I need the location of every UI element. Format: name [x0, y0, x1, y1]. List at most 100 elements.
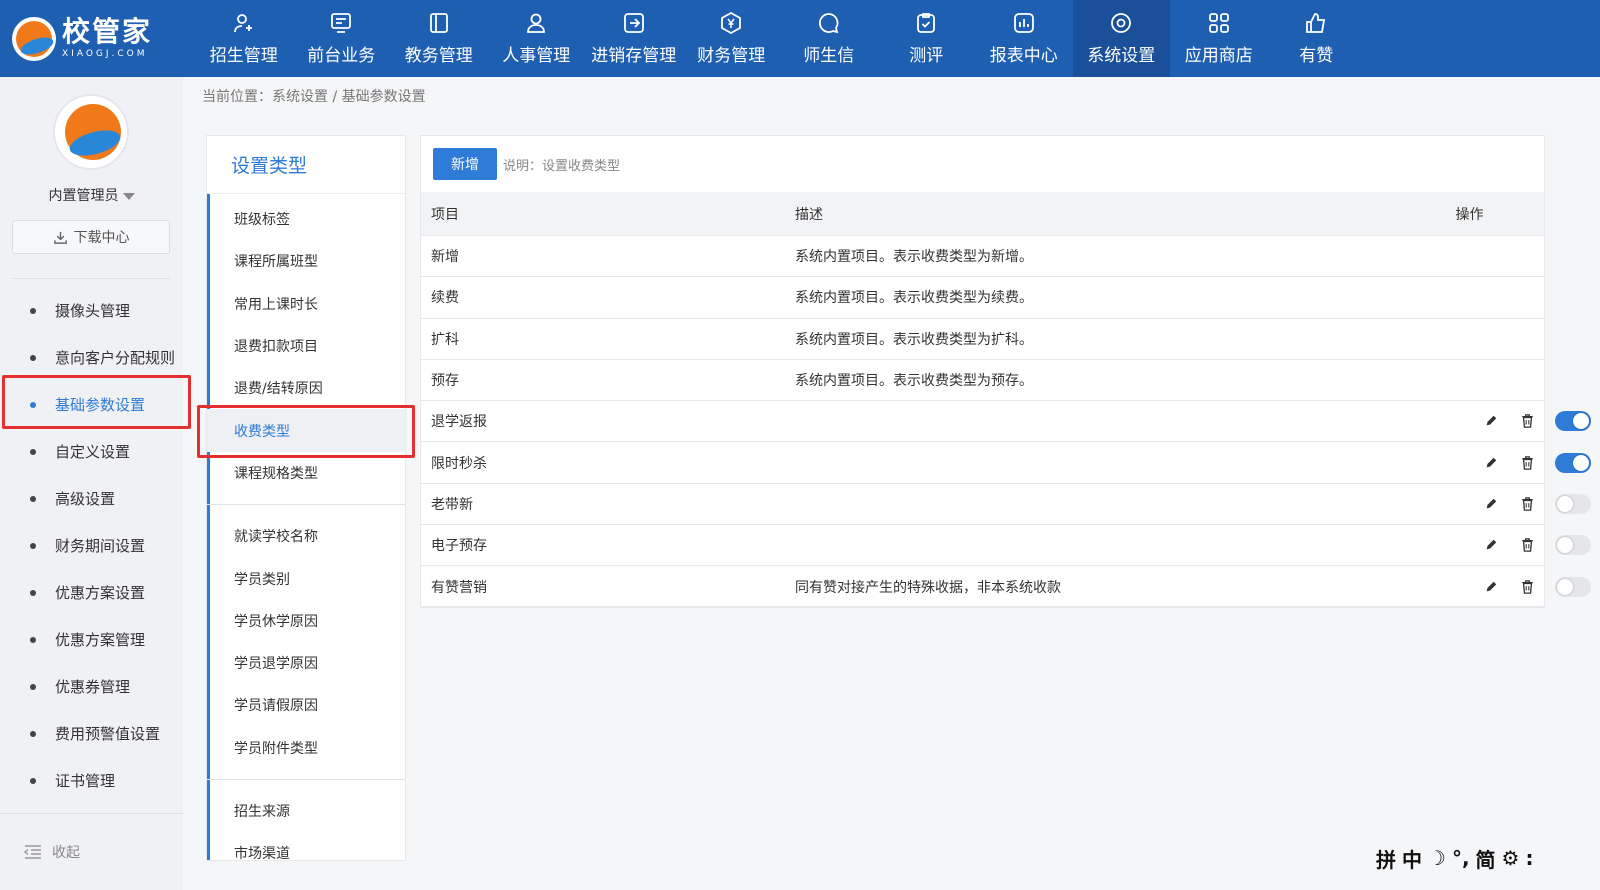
- item-name: 有赞营销: [431, 579, 487, 596]
- sidebar-item[interactable]: 自定义设置: [0, 428, 183, 475]
- trash-icon[interactable]: [1519, 496, 1535, 512]
- trash-icon[interactable]: [1519, 579, 1535, 595]
- settings-type-item[interactable]: 课程规格类型: [207, 452, 405, 494]
- nav-item-monitor[interactable]: 前台业务: [293, 0, 391, 77]
- item-description: 系统内置项目。表示收费类型为预存。: [795, 373, 1033, 390]
- type-group-divider: [207, 504, 405, 506]
- settings-type-item[interactable]: 学员附件类型: [207, 727, 405, 769]
- sidebar-item[interactable]: 财务期间设置: [0, 522, 183, 569]
- ime-button[interactable]: ⚙: [1502, 846, 1520, 870]
- sidebar-item[interactable]: 优惠方案设置: [0, 569, 183, 616]
- settings-type-title: 设置类型: [207, 136, 405, 194]
- item-name: 老带新: [431, 496, 473, 513]
- settings-type-item[interactable]: 常用上课时长: [207, 283, 405, 325]
- item-operations: [1395, 535, 1591, 556]
- trash-icon[interactable]: [1519, 537, 1535, 553]
- edit-icon[interactable]: [1483, 537, 1499, 553]
- sidebar-item[interactable]: 摄像头管理: [0, 287, 183, 334]
- ime-button[interactable]: 中: [1402, 844, 1422, 873]
- settings-type-item[interactable]: 课程所属班型: [207, 240, 405, 282]
- fee-type-panel: 新增 说明：设置收费类型 项目 描述 操作 新增 系统内置项目。表示收费类型为新增…: [420, 135, 1591, 608]
- edit-icon[interactable]: [1483, 413, 1499, 429]
- ime-button[interactable]: °,: [1452, 846, 1470, 870]
- table-row: 扩科 系统内置项目。表示收费类型为扩科。: [421, 319, 1544, 360]
- enable-toggle[interactable]: [1555, 452, 1591, 473]
- toolbar: 新增 说明：设置收费类型: [433, 148, 620, 180]
- edit-icon[interactable]: [1483, 496, 1499, 512]
- bullet-icon: [30, 589, 36, 596]
- settings-type-item[interactable]: 就读学校名称: [207, 515, 405, 557]
- chart-icon: [1013, 13, 1034, 33]
- table-header: 项目 描述 操作: [421, 192, 1544, 236]
- table-row: 有赞营销 同有赞对接产生的特殊收据，非本系统收款: [421, 566, 1591, 608]
- edit-icon[interactable]: [1483, 579, 1499, 595]
- nav-item-yen[interactable]: 财务管理: [683, 0, 781, 77]
- collapse-icon: [24, 845, 41, 859]
- ime-button[interactable]: :: [1525, 846, 1533, 870]
- settings-type-item[interactable]: 学员退学原因: [207, 642, 405, 684]
- nav-label: 教务管理: [404, 46, 473, 66]
- fee-type-table: 项目 描述 操作 新增 系统内置项目。表示收费类型为新增。 续费 系统内置项目。表示收…: [421, 192, 1591, 608]
- user-add-icon: [233, 14, 252, 33]
- bullet-icon: [30, 683, 36, 690]
- user-menu[interactable]: 内置管理员: [0, 185, 183, 205]
- nav-item-chart[interactable]: 报表中心: [975, 0, 1073, 77]
- sidebar-item[interactable]: 证书管理: [0, 757, 183, 804]
- download-center-button[interactable]: 下载中心: [12, 220, 170, 254]
- sidebar-item[interactable]: 基础参数设置: [0, 381, 183, 428]
- sidebar-item[interactable]: 意向客户分配规则: [0, 334, 183, 381]
- item-name: 扩科: [431, 331, 459, 348]
- nav-item-thumbs-up[interactable]: 有赞: [1268, 0, 1366, 77]
- enable-toggle[interactable]: [1555, 535, 1591, 556]
- settings-type-item[interactable]: 收费类型: [207, 409, 405, 452]
- enable-toggle[interactable]: [1555, 493, 1591, 514]
- edit-icon[interactable]: [1483, 455, 1499, 471]
- enable-toggle[interactable]: [1555, 576, 1591, 597]
- ime-button[interactable]: 简: [1476, 844, 1496, 873]
- settings-type-item[interactable]: 退费扣款项目: [207, 325, 405, 367]
- item-description: 系统内置项目。表示收费类型为新增。: [795, 249, 1033, 266]
- trash-icon[interactable]: [1519, 413, 1535, 429]
- nav-item-inventory[interactable]: 进销存管理: [585, 0, 683, 77]
- column-op: 操作: [1455, 206, 1484, 223]
- trash-icon[interactable]: [1519, 455, 1535, 471]
- nav-item-person[interactable]: 人事管理: [488, 0, 586, 77]
- settings-type-item[interactable]: 班级标签: [207, 198, 405, 240]
- nav-item-clipboard[interactable]: 测评: [878, 0, 976, 77]
- column-desc: 描述: [795, 206, 823, 223]
- settings-type-item[interactable]: 学员请假原因: [207, 684, 405, 726]
- caret-down-icon: [122, 192, 135, 200]
- settings-type-item[interactable]: 学员休学原因: [207, 600, 405, 642]
- app-logo[interactable]: 校管家 XIAOGJ.COM: [0, 0, 195, 77]
- ime-toolbar: 拼中 ☽ °, 简 ⚙:: [1376, 844, 1533, 873]
- enable-toggle[interactable]: [1555, 411, 1591, 432]
- settings-type-item[interactable]: 学员类别: [207, 557, 405, 599]
- nav-label: 系统设置: [1087, 46, 1156, 66]
- column-item: 项目: [431, 206, 459, 223]
- nav-item-book[interactable]: 教务管理: [390, 0, 488, 77]
- add-button[interactable]: 新增: [433, 148, 497, 180]
- bullet-icon: [30, 354, 36, 361]
- nav-label: 前台业务: [307, 46, 376, 66]
- table-row: 电子预存: [421, 525, 1591, 567]
- avatar[interactable]: [53, 94, 129, 170]
- ime-button[interactable]: 拼: [1376, 844, 1396, 873]
- nav-item-user-add[interactable]: 招生管理: [195, 0, 293, 77]
- sidebar-item[interactable]: 费用预警值设置: [0, 710, 183, 757]
- item-operations: [1395, 493, 1591, 514]
- nav-item-chat[interactable]: 师生信: [780, 0, 878, 77]
- bullet-icon: [30, 636, 36, 643]
- ime-button[interactable]: ☽: [1428, 846, 1446, 870]
- nav-label: 应用商店: [1184, 46, 1253, 66]
- nav-item-grid[interactable]: 应用商店: [1170, 0, 1268, 77]
- settings-type-item[interactable]: 市场渠道: [207, 832, 405, 860]
- settings-type-item[interactable]: 退费/结转原因: [207, 367, 405, 409]
- nav-item-settings[interactable]: 系统设置: [1072, 0, 1170, 77]
- sidebar-item[interactable]: 优惠方案管理: [0, 616, 183, 663]
- row-actions: [1483, 493, 1591, 514]
- person-icon: [527, 13, 546, 33]
- sidebar-item[interactable]: 高级设置: [0, 475, 183, 522]
- collapse-button[interactable]: 收起: [0, 813, 183, 890]
- sidebar-item[interactable]: 优惠券管理: [0, 663, 183, 710]
- settings-type-item[interactable]: 招生来源: [207, 790, 405, 832]
